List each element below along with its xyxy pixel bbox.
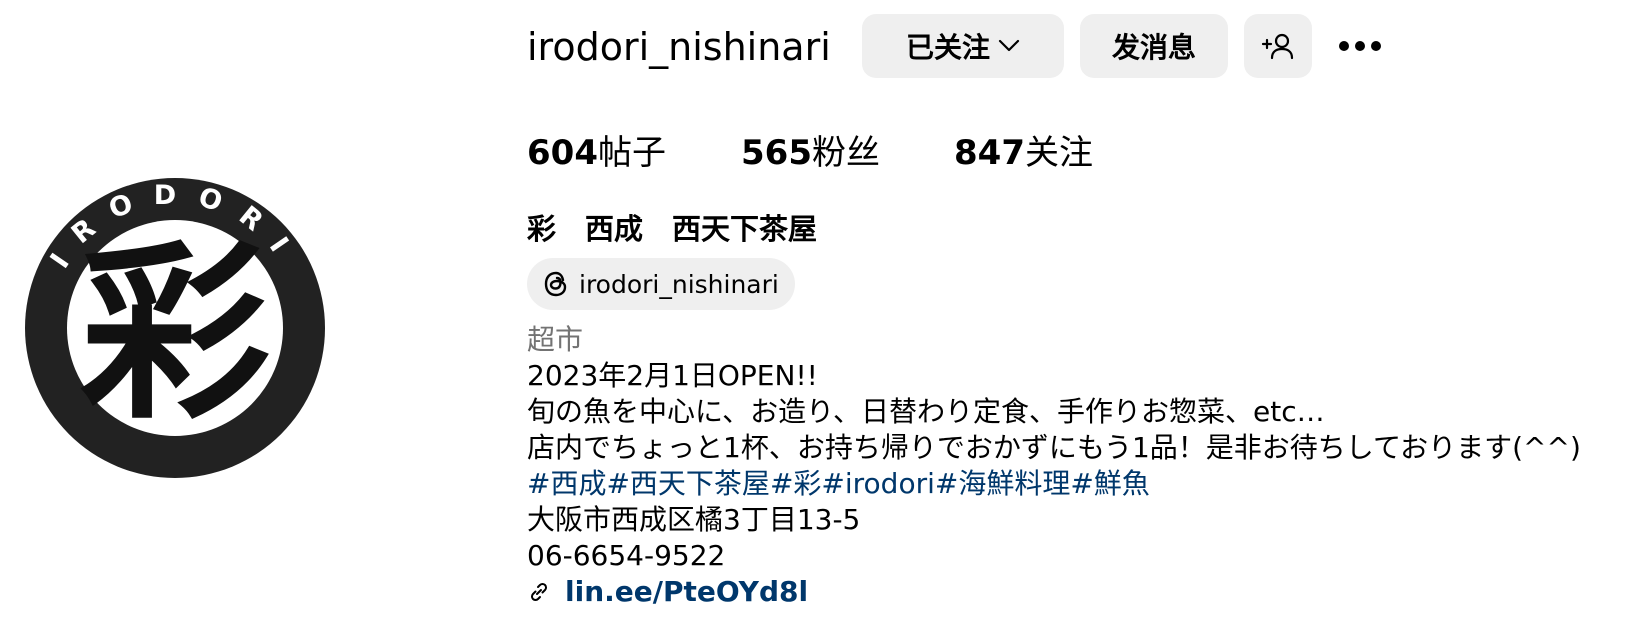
bio-line-invitation: 店内でちょっと1杯、お持ち帰りでおかずにもう1品！是非お待ちしております(^^) — [527, 431, 1581, 464]
threads-profile-link[interactable]: irodori_nishinari — [527, 258, 795, 310]
profile-category: 超市 — [527, 323, 584, 356]
posts-count-label: 帖子 — [597, 133, 666, 173]
bio-external-link[interactable]: lin.ee/PteOYd8l — [527, 574, 1581, 610]
hashtag-link[interactable]: #irodori — [821, 467, 934, 500]
person-add-icon — [1261, 32, 1295, 60]
message-button[interactable]: 发消息 — [1080, 14, 1228, 78]
more-options-button[interactable] — [1336, 26, 1384, 66]
bio-address: 大阪市西成区橘3丁目13-5 — [527, 503, 861, 536]
followers-count-value: 565 — [741, 133, 812, 173]
bio-line-menu: 旬の魚を中心に、お造り、日替わり定食、手作りお惣菜、etc… — [527, 395, 1325, 428]
threads-icon — [541, 269, 571, 299]
message-button-label: 发消息 — [1111, 31, 1196, 64]
bio-line-open-date: 2023年2月1日OPEN!! — [527, 359, 818, 392]
following-count-label: 关注 — [1024, 133, 1093, 173]
bio-hashtags: #西成#西天下茶屋#彩#irodori#海鮮料理#鮮魚 — [527, 466, 1581, 502]
profile-display-name: 彩 西成 西天下茶屋 — [527, 212, 818, 246]
hashtag-link[interactable]: #西成 — [527, 467, 606, 500]
posts-count-value: 604 — [527, 133, 598, 173]
chevron-down-icon — [998, 39, 1020, 53]
profile-avatar[interactable]: IRODORI 彩 — [25, 178, 325, 478]
link-icon — [527, 580, 551, 604]
followers-count-label: 粉丝 — [811, 133, 880, 173]
hashtag-link[interactable]: #彩 — [770, 467, 821, 500]
posts-count: 604帖子 — [527, 130, 666, 176]
external-link-text[interactable]: lin.ee/PteOYd8l — [565, 574, 808, 610]
following-count-value: 847 — [954, 133, 1025, 173]
following-button[interactable]: 已关注 — [862, 14, 1064, 78]
bio-phone: 06-6654-9522 — [527, 539, 726, 572]
suggest-users-button[interactable] — [1244, 14, 1312, 78]
profile-username: irodori_nishinari — [527, 25, 831, 69]
hashtag-link[interactable]: #海鮮料理 — [935, 467, 1070, 500]
following-link[interactable]: 847关注 — [954, 130, 1093, 176]
profile-bio: 2023年2月1日OPEN!! 旬の魚を中心に、お造り、日替わり定食、手作りお惣… — [527, 358, 1581, 610]
followers-link[interactable]: 565粉丝 — [741, 130, 880, 176]
following-button-label: 已关注 — [905, 31, 990, 64]
hashtag-link[interactable]: #鮮魚 — [1070, 467, 1149, 500]
irodori-logo: IRODORI 彩 — [25, 178, 325, 478]
logo-center-character: 彩 — [80, 224, 270, 445]
threads-handle: irodori_nishinari — [579, 269, 779, 299]
hashtag-link[interactable]: #西天下茶屋 — [606, 467, 769, 500]
more-options-icon — [1338, 40, 1382, 52]
